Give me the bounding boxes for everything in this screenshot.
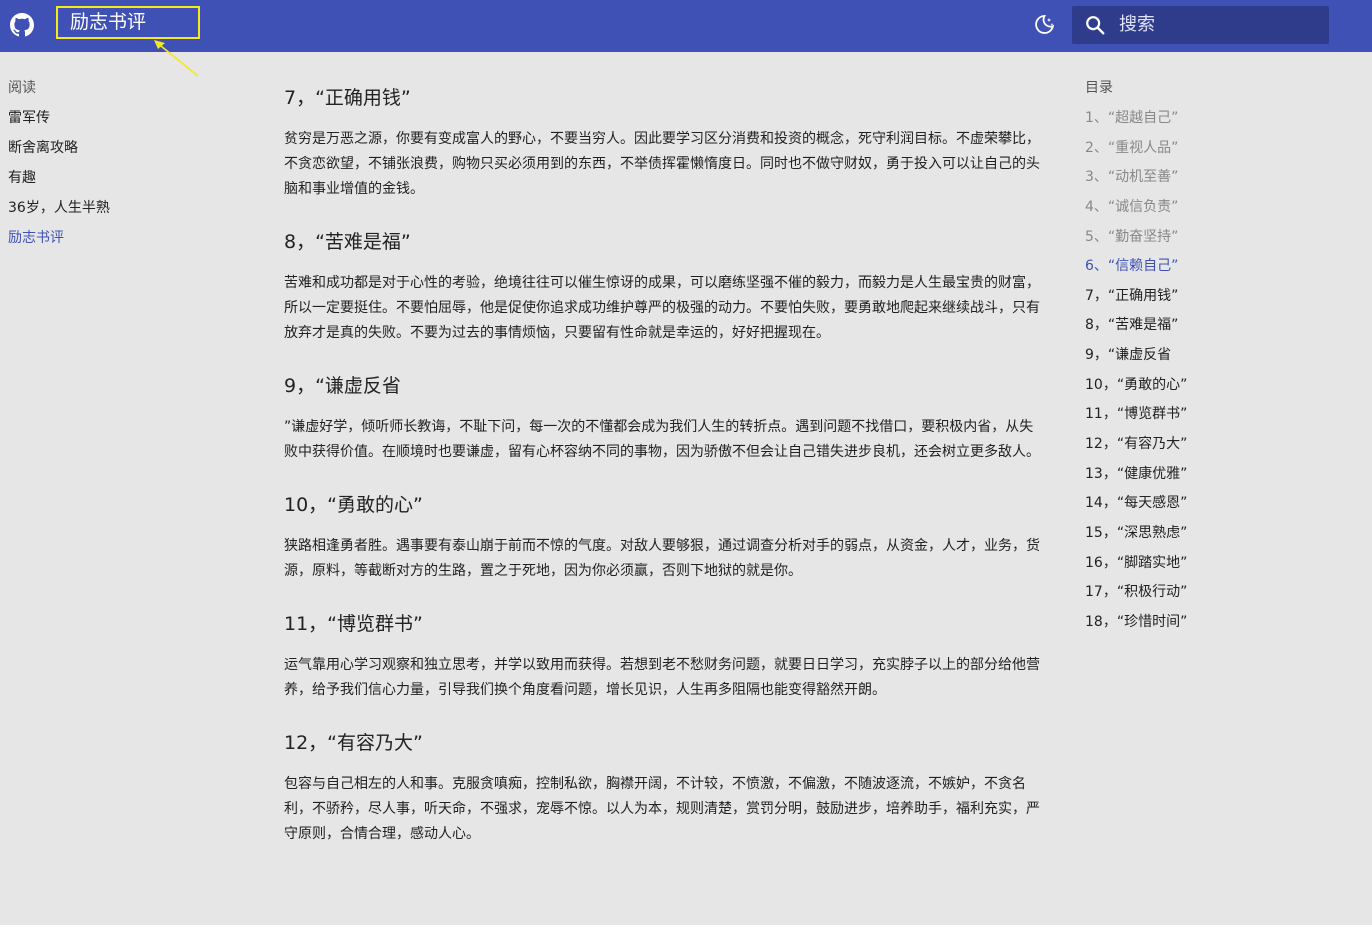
section-heading: 7，“正确用钱” [284, 87, 411, 109]
toc-item[interactable]: 18，“珍惜时间” [1085, 610, 1345, 640]
top-bar: 励志书评 搜索 [0, 0, 1372, 52]
left-navigation: 阅读 雷军传 断舍离攻略 有趣 36岁，人生半熟 励志书评 [8, 76, 208, 256]
toc-item[interactable]: 12，“有容乃大” [1085, 432, 1345, 462]
search-box[interactable]: 搜索 [1072, 6, 1329, 44]
toc-item[interactable]: 10，“勇敢的心” [1085, 373, 1345, 403]
toc-item[interactable]: 3、“动机至善” [1085, 165, 1345, 195]
toc-item[interactable]: 16，“脚踏实地” [1085, 551, 1345, 581]
article-section: 12，“有容乃大” 包容与自己相左的人和事。克服贪嗔痴，控制私欲，胸襟开阔，不计… [284, 729, 1040, 847]
section-heading: 10，“勇敢的心” [284, 494, 423, 516]
section-body: 苦难和成功都是对于心性的考验，绝境往往可以催生惊讶的成果，可以磨练坚强不催的毅力… [284, 275, 1040, 341]
section-body: 狭路相逢勇者胜。遇事要有泰山崩于前而不惊的气度。对敌人要够狠，通过调查分析对手的… [284, 538, 1040, 579]
toc-item[interactable]: 4、“诚信负责” [1085, 195, 1345, 225]
toc-item[interactable]: 2、“重视人品” [1085, 136, 1345, 166]
toc-item[interactable]: 9，“谦虚反省 [1085, 343, 1345, 373]
article-section: 8，“苦难是福” 苦难和成功都是对于心性的考验，绝境往往可以催生惊讶的成果，可以… [284, 228, 1040, 346]
table-of-contents: 目录 1、“超越自己” 2、“重视人品” 3、“动机至善” 4、“诚信负责” 5… [1085, 76, 1345, 640]
article-section: 9，“谦虚反省 ”谦虚好学，倾听师长教诲，不耻下问，每一次的不懂都会成为我们人生… [284, 372, 1040, 465]
article-section: 10，“勇敢的心” 狭路相逢勇者胜。遇事要有泰山崩于前而不惊的气度。对敌人要够狠… [284, 491, 1040, 584]
section-heading: 8，“苦难是福” [284, 231, 411, 253]
section-heading: 12，“有容乃大” [284, 732, 423, 754]
section-body: 包容与自己相左的人和事。克服贪嗔痴，控制私欲，胸襟开阔，不计较，不愤激，不偏激，… [284, 776, 1040, 842]
search-icon [1086, 16, 1105, 35]
search-placeholder: 搜索 [1119, 14, 1155, 35]
nav-item[interactable]: 雷军传 [8, 106, 208, 136]
toc-item[interactable]: 17，“积极行动” [1085, 580, 1345, 610]
article-content: 7，“正确用钱” 贫穷是万恶之源，你要有变成富人的野心，不要当穷人。因此要学习区… [284, 84, 1040, 873]
nav-heading: 阅读 [8, 80, 36, 96]
section-heading: 11，“博览群书” [284, 613, 423, 635]
nav-item-active[interactable]: 励志书评 [8, 226, 208, 256]
toc-item[interactable]: 7，“正确用钱” [1085, 284, 1345, 314]
toc-item[interactable]: 8，“苦难是福” [1085, 313, 1345, 343]
nav-item[interactable]: 36岁，人生半熟 [8, 196, 208, 226]
toc-item[interactable]: 1、“超越自己” [1085, 106, 1345, 136]
nav-item[interactable]: 断舍离攻略 [8, 136, 208, 166]
github-icon[interactable] [10, 13, 34, 37]
section-body: 贫穷是万恶之源，你要有变成富人的野心，不要当穷人。因此要学习区分消费和投资的概念… [284, 131, 1040, 197]
article-section: 7，“正确用钱” 贫穷是万恶之源，你要有变成富人的野心，不要当穷人。因此要学习区… [284, 84, 1040, 202]
site-title[interactable]: 励志书评 [56, 6, 200, 39]
dark-mode-toggle-icon[interactable] [1032, 13, 1056, 37]
annotation-arrow-icon [154, 40, 199, 77]
toc-item[interactable]: 11，“博览群书” [1085, 402, 1345, 432]
section-body: ”谦虚好学，倾听师长教诲，不耻下问，每一次的不懂都会成为我们人生的转折点。遇到问… [284, 419, 1040, 460]
toc-item[interactable]: 5、“勤奋坚持” [1085, 225, 1345, 255]
section-heading: 9，“谦虚反省 [284, 375, 401, 397]
toc-item-active[interactable]: 6、“信赖自己” [1085, 254, 1345, 284]
toc-item[interactable]: 15，“深思熟虑” [1085, 521, 1345, 551]
nav-item[interactable]: 有趣 [8, 166, 208, 196]
toc-item[interactable]: 13，“健康优雅” [1085, 462, 1345, 492]
toc-item[interactable]: 14，“每天感恩” [1085, 491, 1345, 521]
article-section: 11，“博览群书” 运气靠用心学习观察和独立思考，并学以致用而获得。若想到老不愁… [284, 610, 1040, 703]
section-body: 运气靠用心学习观察和独立思考，并学以致用而获得。若想到老不愁财务问题，就要日日学… [284, 657, 1040, 698]
toc-heading: 目录 [1085, 80, 1113, 96]
